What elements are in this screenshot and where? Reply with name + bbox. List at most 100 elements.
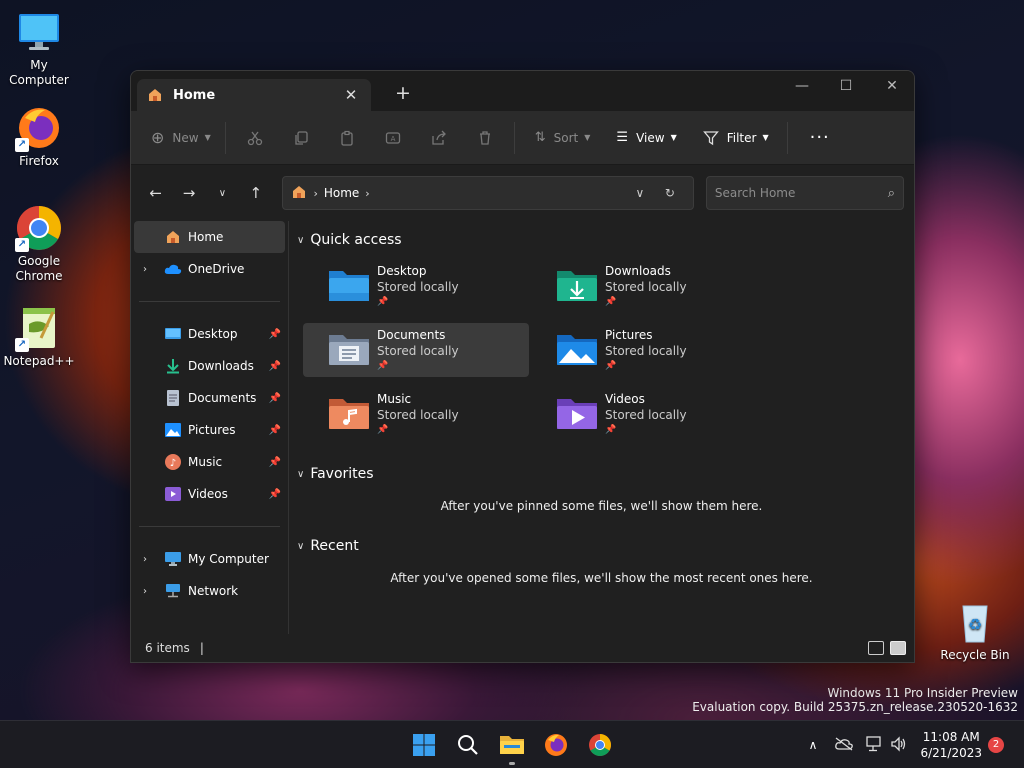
notification-badge[interactable]: 2	[988, 737, 1004, 753]
sidebar-item-videos[interactable]: Videos 📌	[134, 478, 285, 510]
pin-icon[interactable]: 📌	[269, 329, 281, 340]
pin-icon[interactable]: 📌	[269, 457, 281, 468]
folder-location: Stored locally	[605, 344, 687, 358]
cut-button[interactable]	[240, 122, 270, 154]
sidebar-divider	[139, 301, 280, 302]
sidebar-item-desktop[interactable]: Desktop 📌	[134, 318, 285, 350]
collapse-chevron-icon[interactable]: ∨	[297, 469, 304, 480]
sidebar-item-pictures[interactable]: Pictures 📌	[134, 414, 285, 446]
expand-chevron-icon[interactable]: ›	[143, 264, 147, 275]
recent-locations-button[interactable]: ∨	[208, 177, 237, 209]
desktop-icon-recycle-bin[interactable]: ♻ Recycle Bin	[936, 598, 1014, 663]
clock[interactable]: 11:08 AM 6/21/2023	[920, 729, 982, 761]
breadcrumb-chevron-icon[interactable]: ›	[365, 187, 369, 200]
chevron-down-icon: ▼	[204, 133, 211, 142]
search-box[interactable]: ⌕	[705, 176, 904, 210]
search-taskbar-button[interactable]	[452, 729, 484, 761]
refresh-button[interactable]: ↻	[655, 186, 685, 200]
collapse-chevron-icon[interactable]: ∨	[297, 235, 304, 246]
pin-icon[interactable]: 📌	[269, 393, 281, 404]
sidebar-item-downloads[interactable]: Downloads 📌	[134, 350, 285, 382]
recent-header[interactable]: ∨ Recent	[297, 535, 914, 557]
rename-button[interactable]: A	[378, 122, 408, 154]
pin-icon[interactable]: 📌	[269, 425, 281, 436]
address-history-button[interactable]: ∨	[625, 186, 655, 200]
folder-location: Stored locally	[377, 344, 459, 358]
filter-button[interactable]: Filter ▼	[695, 122, 777, 154]
sidebar-item-music[interactable]: ♪ Music 📌	[134, 446, 285, 478]
onedrive-status-icon[interactable]	[834, 736, 860, 754]
search-icon[interactable]: ⌕	[888, 186, 895, 201]
folder-location: Stored locally	[377, 280, 459, 294]
network-status-icon[interactable]	[866, 735, 888, 755]
start-button[interactable]	[408, 729, 440, 761]
forward-button[interactable]: →	[174, 177, 203, 209]
delete-button[interactable]	[470, 122, 500, 154]
file-explorer-taskbar-button[interactable]	[496, 729, 528, 765]
expand-chevron-icon[interactable]: ›	[143, 554, 147, 565]
pin-icon[interactable]: 📌	[269, 489, 281, 500]
up-button[interactable]: ↑	[241, 177, 270, 209]
sidebar-item-network[interactable]: › Network	[134, 575, 285, 607]
folder-name: Music	[377, 392, 412, 406]
breadcrumb-home[interactable]: Home	[324, 186, 359, 200]
desktop-icon-google-chrome[interactable]: ↗ Google Chrome	[0, 204, 78, 284]
share-button[interactable]	[424, 122, 454, 154]
address-bar[interactable]: › Home › ∨ ↻	[282, 176, 694, 210]
details-view-icon[interactable]	[868, 641, 884, 655]
chevron-down-icon: ▼	[762, 133, 769, 142]
video-icon	[164, 486, 182, 502]
quick-access-documents[interactable]: Documents Stored locally 📌	[303, 323, 529, 377]
quick-access-videos[interactable]: Videos Stored locally 📌	[531, 387, 757, 441]
view-list-icon: ☰	[616, 130, 629, 145]
recent-empty-message: After you've opened some files, we'll sh…	[390, 571, 813, 585]
breadcrumb-chevron-icon[interactable]: ›	[313, 187, 317, 200]
sidebar-item-my-computer[interactable]: › My Computer	[134, 543, 285, 575]
svg-text:♻: ♻	[968, 615, 982, 634]
more-options-button[interactable]: ···	[802, 122, 838, 154]
maximize-button[interactable]: ☐	[823, 71, 869, 103]
sidebar-item-onedrive[interactable]: › OneDrive	[134, 253, 285, 285]
paste-button[interactable]	[332, 122, 362, 154]
volume-icon[interactable]	[890, 735, 912, 755]
home-icon	[291, 184, 307, 203]
tiles-view-icon[interactable]	[890, 641, 906, 655]
copy-button[interactable]	[286, 122, 316, 154]
desktop-icon-my-computer[interactable]: My Computer	[0, 8, 78, 88]
quick-access-music[interactable]: Music Stored locally 📌	[303, 387, 529, 441]
pin-icon: 📌	[605, 425, 617, 435]
picture-icon	[164, 422, 182, 438]
quick-access-header[interactable]: ∨ Quick access	[297, 229, 914, 251]
quick-access-downloads[interactable]: Downloads Stored locally 📌	[531, 259, 757, 313]
quick-access-pictures[interactable]: Pictures Stored locally 📌	[531, 323, 757, 377]
chrome-taskbar-button[interactable]	[584, 729, 616, 761]
quick-access-desktop[interactable]: Desktop Stored locally 📌	[303, 259, 529, 313]
tab-home[interactable]: Home ✕	[137, 79, 371, 111]
close-window-button[interactable]: ✕	[869, 71, 914, 103]
pin-icon[interactable]: 📌	[269, 361, 281, 372]
desktop-icon-notepad-plus-plus[interactable]: ↗ Notepad++	[0, 304, 78, 369]
sidebar-item-label: Pictures	[188, 423, 236, 437]
folder-name: Documents	[377, 328, 446, 342]
new-button[interactable]: ⊕ New ▼	[143, 122, 219, 154]
close-tab-icon[interactable]: ✕	[341, 85, 361, 105]
arrow-right-icon: →	[182, 184, 196, 202]
sidebar-item-home[interactable]: Home	[134, 221, 285, 253]
monitor-icon	[15, 8, 63, 56]
chevron-up-icon[interactable]: ∧	[804, 738, 822, 752]
desktop-icon-firefox[interactable]: ↗ Firefox	[0, 104, 78, 169]
collapse-chevron-icon[interactable]: ∨	[297, 541, 304, 552]
desktop-icon-label: Recycle Bin	[940, 648, 1010, 662]
search-input[interactable]	[714, 186, 888, 200]
firefox-taskbar-button[interactable]	[540, 729, 572, 761]
sort-button[interactable]: ⇅ Sort ▼	[527, 122, 599, 154]
view-button[interactable]: ☰ View ▼	[608, 122, 684, 154]
sidebar-item-documents[interactable]: Documents 📌	[134, 382, 285, 414]
back-button[interactable]: ←	[141, 177, 170, 209]
expand-chevron-icon[interactable]: ›	[143, 586, 147, 597]
minimize-button[interactable]: —	[779, 71, 825, 103]
new-tab-button[interactable]: +	[393, 83, 413, 103]
favorites-header[interactable]: ∨ Favorites	[297, 463, 914, 485]
folder-name: Downloads	[605, 264, 671, 278]
sidebar-item-label: Music	[188, 455, 223, 469]
